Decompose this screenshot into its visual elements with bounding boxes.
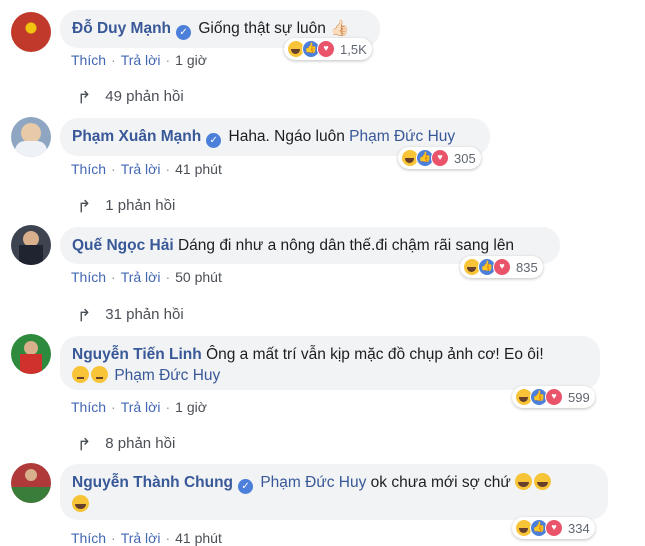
reaction-summary[interactable]: 👍 ♥ 334 (512, 517, 595, 539)
reply-button[interactable]: Trả lời (121, 161, 161, 177)
comment-text: Ông a mất trí vẫn kịp mặc đồ chụp ảnh cơ… (206, 346, 544, 363)
comment-actions: Thích · Trả lời · 1 giờ (71, 399, 207, 415)
separator: · (111, 161, 116, 177)
comment-text: Haha. Ngáo luôn (228, 128, 345, 145)
comment-actions: Thích · Trả lời · 41 phút (71, 530, 222, 546)
reaction-count: 1,5K (340, 41, 367, 57)
avatar[interactable] (11, 117, 51, 157)
verified-icon: ✓ (206, 133, 222, 148)
reaction-summary[interactable]: 👍 ♥ 599 (512, 386, 595, 408)
joy-emoji (534, 473, 552, 490)
reply-button[interactable]: Trả lời (121, 399, 161, 415)
view-replies-link[interactable]: ↳ 49 phản hồi (77, 86, 184, 106)
avatar[interactable] (11, 334, 51, 374)
verified-icon: ✓ (176, 25, 192, 40)
reaction-count: 334 (568, 520, 590, 536)
replies-count: 49 phản hồi (105, 87, 184, 105)
reaction-summary[interactable]: 👍 ♥ 305 (398, 147, 481, 169)
reply-button[interactable]: Trả lời (121, 52, 161, 68)
mention-link[interactable]: Phạm Đức Huy (260, 474, 366, 491)
commenter-name[interactable]: Nguyễn Thành Chung (72, 474, 233, 491)
avatar[interactable] (11, 463, 51, 503)
love-reaction-icon: ♥ (317, 40, 335, 58)
rolling-eyes-emoji (72, 366, 89, 383)
comment-text: Dáng đi như a nông dân thế.đi chậm rãi s… (177, 237, 515, 254)
replies-count: 1 phản hồi (105, 196, 176, 214)
timestamp[interactable]: 41 phút (175, 161, 222, 177)
comment-actions: Thích · Trả lời · 1 giờ (71, 52, 207, 68)
timestamp[interactable]: 1 giờ (175, 52, 207, 68)
mention-link[interactable]: Phạm Đức Huy (114, 367, 220, 384)
like-button[interactable]: Thích (71, 161, 106, 177)
separator: · (165, 269, 171, 285)
joy-emoji (72, 495, 89, 512)
like-button[interactable]: Thích (71, 399, 106, 415)
comment-text: Giống thật sự luôn (198, 20, 326, 37)
avatar[interactable] (11, 12, 51, 52)
commenter-name[interactable]: Đỗ Duy Mạnh (72, 20, 171, 37)
reaction-summary[interactable]: 👍 ♥ 835 (460, 256, 543, 278)
reaction-count: 835 (516, 259, 538, 275)
like-button[interactable]: Thích (71, 52, 106, 68)
replies-count: 8 phản hồi (105, 434, 176, 452)
separator: · (111, 52, 116, 68)
timestamp[interactable]: 1 giờ (175, 399, 207, 415)
reply-button[interactable]: Trả lời (121, 269, 161, 285)
avatar[interactable] (11, 225, 51, 265)
commenter-name[interactable]: Nguyễn Tiến Linh (72, 346, 202, 363)
timestamp[interactable]: 50 phút (175, 269, 222, 285)
mention-link[interactable]: Phạm Đức Huy (349, 128, 455, 145)
comment-actions: Thích · Trả lời · 50 phút (71, 269, 222, 285)
love-reaction-icon: ♥ (545, 388, 563, 406)
separator: · (165, 530, 171, 546)
comment-text: ok chưa mới sợ chứ (370, 474, 511, 491)
reply-button[interactable]: Trả lời (121, 530, 161, 546)
love-reaction-icon: ♥ (545, 519, 563, 537)
commenter-name[interactable]: Phạm Xuân Mạnh (72, 128, 201, 145)
reaction-count: 599 (568, 389, 590, 405)
reply-arrow-icon: ↳ (77, 196, 92, 215)
replies-count: 31 phản hồi (105, 305, 184, 323)
love-reaction-icon: ♥ (431, 149, 449, 167)
separator: · (111, 399, 116, 415)
comment-actions: Thích · Trả lời · 41 phút (71, 161, 222, 177)
comment-bubble: Nguyễn Thành Chung ✓ Phạm Đức Huy ok chưa… (60, 464, 608, 520)
reply-arrow-icon: ↳ (77, 305, 92, 324)
reply-arrow-icon: ↳ (77, 434, 92, 453)
separator: · (165, 52, 171, 68)
verified-icon: ✓ (238, 479, 254, 494)
separator: · (165, 399, 171, 415)
love-reaction-icon: ♥ (493, 258, 511, 276)
separator: · (111, 269, 116, 285)
comment-bubble: Nguyễn Tiến Linh Ông a mất trí vẫn kịp m… (60, 336, 600, 390)
like-button[interactable]: Thích (71, 530, 106, 546)
separator: · (111, 530, 116, 546)
thumbs-up-emoji: 👍🏻 (330, 20, 350, 37)
view-replies-link[interactable]: ↳ 1 phản hồi (77, 195, 175, 215)
reaction-count: 305 (454, 150, 476, 166)
separator: · (165, 161, 171, 177)
joy-emoji (515, 473, 533, 490)
reaction-summary[interactable]: 👍 ♥ 1,5K (284, 38, 372, 60)
like-button[interactable]: Thích (71, 269, 106, 285)
rolling-eyes-emoji (91, 366, 108, 383)
reply-arrow-icon: ↳ (77, 87, 92, 106)
timestamp[interactable]: 41 phút (175, 530, 222, 546)
view-replies-link[interactable]: ↳ 31 phản hồi (77, 304, 184, 324)
commenter-name[interactable]: Quế Ngọc Hải (72, 237, 174, 254)
view-replies-link[interactable]: ↳ 8 phản hồi (77, 433, 175, 453)
